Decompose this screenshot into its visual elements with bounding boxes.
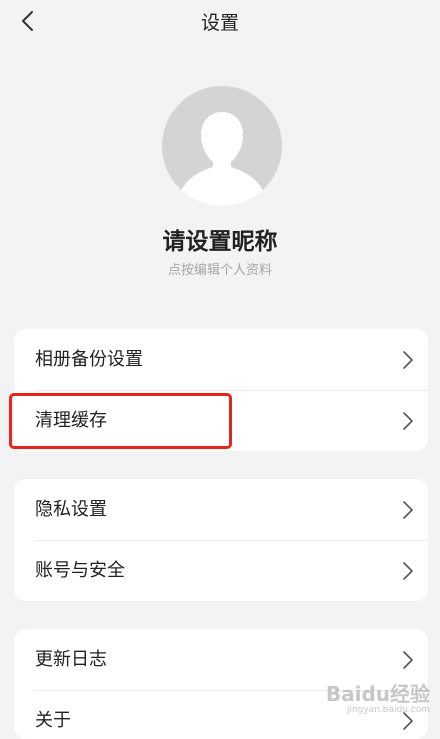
row-label: 更新日志 [35,649,107,670]
watermark: Baidu经验 jingyan.baidu.com [326,678,430,715]
default-avatar-icon [181,112,263,206]
watermark-logo: Baidu经验 [325,682,430,706]
avatar[interactable] [162,86,282,206]
row-label: 关于 [35,710,71,731]
chevron-right-icon [403,562,413,580]
edit-profile-hint: 点按编辑个人资料 [167,263,272,278]
chevron-right-icon [403,501,413,519]
row-label: 相册备份设置 [35,349,143,370]
chevron-right-icon [403,412,413,430]
row-label: 清理缓存 [35,410,107,431]
row-label: 隐私设置 [35,499,107,520]
clear-cache-item[interactable]: 清理缓存 [14,390,428,451]
privacy-settings-item[interactable]: 隐私设置 [14,479,428,540]
row-label: 账号与安全 [35,560,125,581]
header-bar: 设置 [0,0,440,40]
settings-group-1: 相册备份设置 清理缓存 [14,329,428,451]
chevron-right-icon [403,651,413,669]
chevron-right-icon [403,351,413,369]
settings-group-2: 隐私设置 账号与安全 [14,479,428,601]
page-title: 设置 [200,12,239,34]
album-backup-settings-item[interactable]: 相册备份设置 [14,329,428,390]
nickname[interactable]: 请设置昵称 [0,222,440,256]
account-security-item[interactable]: 账号与安全 [14,540,428,601]
